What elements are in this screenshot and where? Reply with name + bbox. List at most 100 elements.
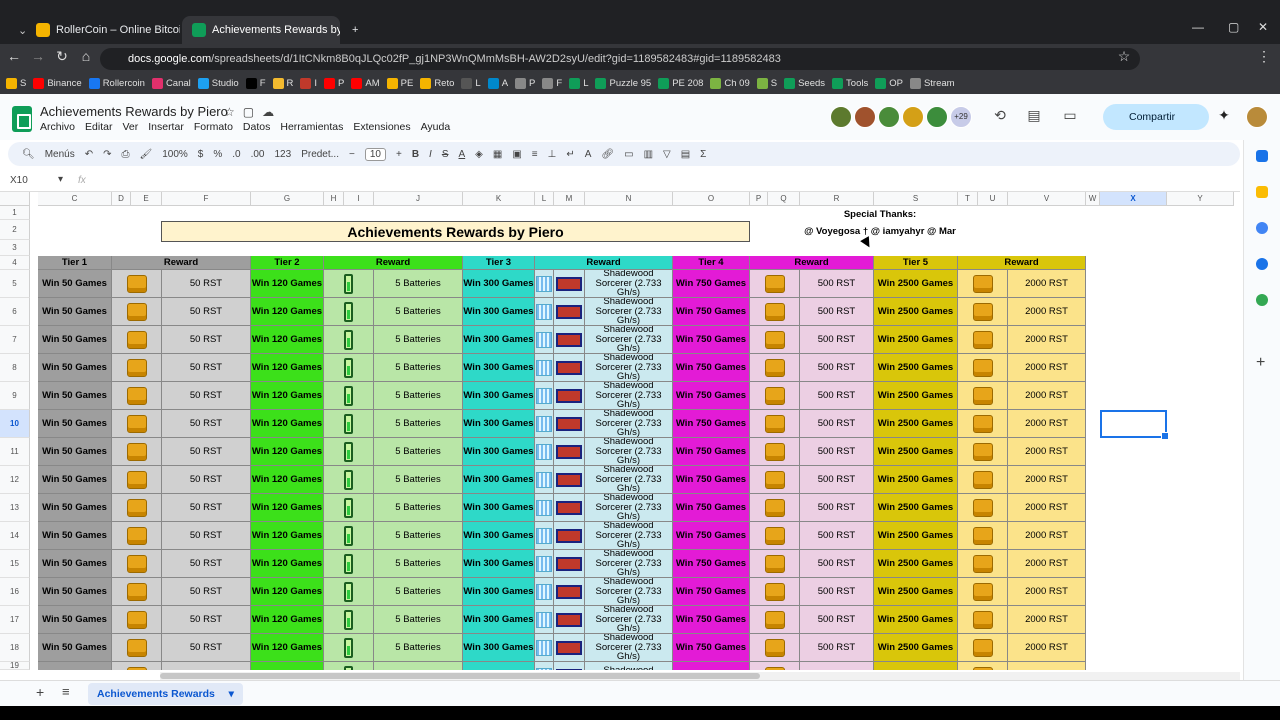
bookmark-item[interactable]: AM: [351, 77, 380, 89]
tier3-cell[interactable]: Win 300 Games: [463, 550, 535, 578]
filter-icon[interactable]: ▽: [663, 149, 671, 160]
tier4-cell[interactable]: Win 750 Games: [673, 550, 750, 578]
column-header[interactable]: P: [750, 192, 768, 206]
share-button[interactable]: Compartir: [1103, 104, 1209, 130]
reward4-cell[interactable]: 500 RST: [800, 382, 874, 410]
bookmark-item[interactable]: PE 208: [658, 77, 703, 89]
maximize-icon[interactable]: ▢: [1228, 20, 1239, 34]
bookmark-item[interactable]: OP: [875, 77, 903, 89]
bookmark-item[interactable]: L: [569, 77, 588, 89]
reward1-cell[interactable]: 50 RST: [162, 466, 251, 494]
font-size-increase[interactable]: +: [396, 149, 402, 160]
bookmark-item[interactable]: Seeds: [784, 77, 825, 89]
column-header[interactable]: F: [162, 192, 251, 206]
tier-header[interactable]: Tier 3: [463, 256, 535, 270]
reward3-bars-cell[interactable]: [535, 662, 554, 670]
reward2-cell[interactable]: 5 Batteries: [374, 550, 463, 578]
reward2-cell[interactable]: 5 Batteries: [374, 298, 463, 326]
reward4-cell[interactable]: 500 RST: [800, 438, 874, 466]
reward2-icon-cell[interactable]: [324, 382, 374, 410]
reward4-cell[interactable]: 500 RST: [800, 550, 874, 578]
bookmark-item[interactable]: S: [6, 77, 26, 89]
reward3-cell[interactable]: Shadewood Sorcerer (2.733 Gh/s): [585, 466, 673, 494]
number-format-button[interactable]: 123: [275, 149, 292, 160]
tier-header[interactable]: Tier 4: [673, 256, 750, 270]
undo-icon[interactable]: ↶: [85, 149, 93, 160]
reward2-icon-cell[interactable]: [324, 410, 374, 438]
bookmark-item[interactable]: R: [272, 77, 293, 89]
bookmark-item[interactable]: PE: [386, 77, 413, 89]
tier1-cell[interactable]: Win 50 Games: [38, 326, 112, 354]
reward3-icon-cell[interactable]: [554, 578, 585, 606]
reward5-cell[interactable]: 2000 RST: [1008, 522, 1086, 550]
tier3-cell[interactable]: Win 300 Games: [463, 606, 535, 634]
reward3-cell[interactable]: Shadewood Sorcerer (2.733 Gh/s): [585, 578, 673, 606]
search-menus[interactable]: Menús: [45, 149, 75, 160]
reward1-icon-cell[interactable]: [112, 578, 162, 606]
sheets-logo-icon[interactable]: [12, 106, 32, 132]
tier2-cell[interactable]: Win 120 Games: [251, 270, 324, 298]
reward3-cell[interactable]: Shadewood Sorcerer (2.733 Gh/s): [585, 410, 673, 438]
reward5-cell[interactable]: 2000 RST: [1008, 494, 1086, 522]
tier4-cell[interactable]: Win 750 Games: [673, 466, 750, 494]
tier3-cell[interactable]: Win 300 Games: [463, 578, 535, 606]
tier5-cell[interactable]: Win 2500 Games: [874, 270, 958, 298]
increase-decimal-button[interactable]: .00: [251, 149, 265, 160]
reward1-icon-cell[interactable]: [112, 438, 162, 466]
bookmark-item[interactable]: Canal: [151, 77, 191, 89]
tier-header[interactable]: Reward: [535, 256, 673, 270]
bookmark-item[interactable]: P: [324, 77, 344, 89]
row-header[interactable]: 3: [0, 240, 30, 256]
paint-format-icon[interactable]: 🖌︎: [140, 149, 153, 160]
reward4-cell[interactable]: 500 RST: [800, 270, 874, 298]
reward3-icon-cell[interactable]: [554, 270, 585, 298]
row-header[interactable]: 2: [0, 220, 30, 240]
reward1-cell[interactable]: 50 RST: [162, 354, 251, 382]
reward1-cell[interactable]: 50 RST: [162, 298, 251, 326]
reward2-icon-cell[interactable]: [324, 298, 374, 326]
tier2-cell[interactable]: Win 120 Games: [251, 606, 324, 634]
title-icons[interactable]: ☆▢☁: [224, 105, 282, 119]
tier3-cell[interactable]: Win 300 Games: [463, 270, 535, 298]
tab-achievements[interactable]: Achievements Rewards by Piero ✕: [182, 16, 340, 44]
reward3-icon-cell[interactable]: [554, 634, 585, 662]
reward3-cell[interactable]: Shadewood Sorcerer (2.733 Gh/s): [585, 550, 673, 578]
tier2-cell[interactable]: [251, 662, 324, 670]
reward3-icon-cell[interactable]: [554, 298, 585, 326]
reward2-cell[interactable]: 5 Batteries: [374, 438, 463, 466]
reward1-cell[interactable]: 50 RST: [162, 550, 251, 578]
column-header[interactable]: G: [251, 192, 324, 206]
tier3-cell[interactable]: Win 300 Games: [463, 354, 535, 382]
collaborator-avatars[interactable]: +29: [830, 106, 972, 128]
reward1-cell[interactable]: 50 RST: [162, 522, 251, 550]
reward5-icon-cell[interactable]: [958, 522, 1008, 550]
bookmark-item[interactable]: A: [487, 77, 508, 89]
currency-button[interactable]: $: [198, 149, 204, 160]
add-icon[interactable]: +: [1256, 354, 1265, 372]
reward1-cell[interactable]: 50 RST: [162, 270, 251, 298]
reward4-icon-cell[interactable]: [750, 606, 800, 634]
reward3-bars-cell[interactable]: [535, 494, 554, 522]
fill-color-icon[interactable]: ◈: [475, 149, 483, 160]
column-header[interactable]: U: [978, 192, 1008, 206]
tier2-cell[interactable]: Win 120 Games: [251, 634, 324, 662]
maps-icon[interactable]: [1256, 294, 1268, 306]
forward-icon[interactable]: →: [28, 48, 48, 64]
avatar[interactable]: [854, 106, 876, 128]
reward3-icon-cell[interactable]: [554, 606, 585, 634]
row-header[interactable]: 11: [0, 438, 30, 466]
reward2-icon-cell[interactable]: [324, 578, 374, 606]
column-header[interactable]: X: [1100, 192, 1167, 206]
reward2-cell[interactable]: 5 Batteries: [374, 354, 463, 382]
reward3-icon-cell[interactable]: [554, 382, 585, 410]
tier4-cell[interactable]: [673, 662, 750, 670]
reward4-cell[interactable]: 500 RST: [800, 578, 874, 606]
reward4-cell[interactable]: [800, 662, 874, 670]
reward4-icon-cell[interactable]: [750, 382, 800, 410]
meet-icon[interactable]: ▭: [1060, 107, 1080, 124]
column-header[interactable]: V: [1008, 192, 1086, 206]
menu-item[interactable]: Archivo: [40, 121, 75, 133]
reward2-icon-cell[interactable]: [324, 270, 374, 298]
reward4-icon-cell[interactable]: [750, 438, 800, 466]
italic-icon[interactable]: I: [429, 149, 432, 160]
